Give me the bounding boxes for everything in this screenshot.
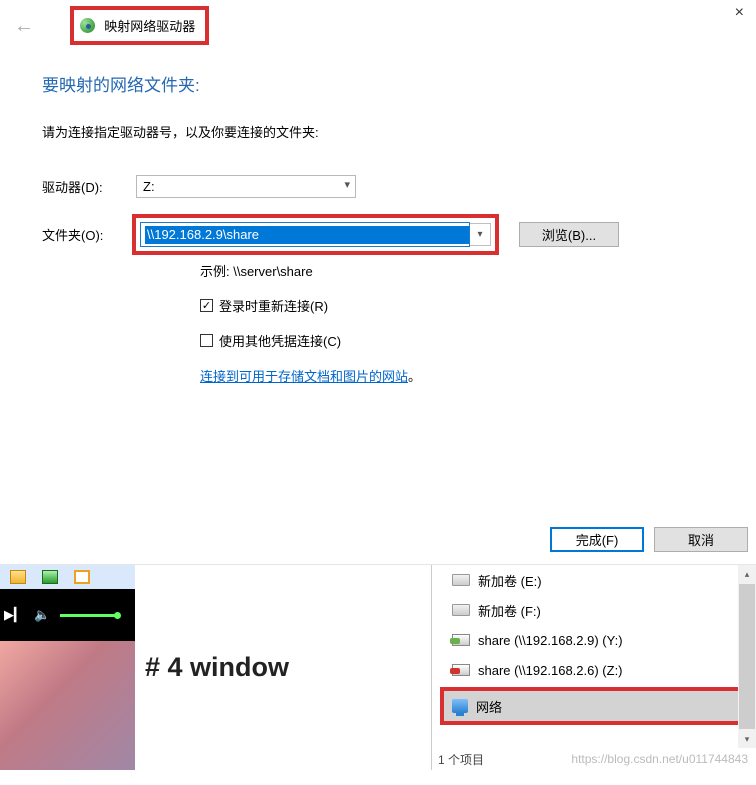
video-thumbnail xyxy=(0,641,135,770)
tree-item-label: share (\\192.168.2.6) (Z:) xyxy=(478,663,623,678)
scrollbar[interactable]: ▴ ▾ xyxy=(738,565,756,748)
back-arrow-icon[interactable]: ← xyxy=(14,16,34,36)
tree-item-drive-e[interactable]: 新加卷 (E:) xyxy=(432,565,756,595)
network-icon xyxy=(452,699,468,713)
folder-example: 示例: \\server\share xyxy=(200,261,756,280)
scroll-down-icon[interactable]: ▾ xyxy=(738,730,756,748)
drive-icon xyxy=(452,574,470,586)
taskbar xyxy=(0,565,135,589)
website-period: 。 xyxy=(408,369,421,384)
title-highlight-box: 映射网络驱动器 xyxy=(70,6,210,45)
network-share-icon xyxy=(452,634,470,646)
reconnect-label: 登录时重新连接(R) xyxy=(219,296,328,315)
volume-icon[interactable]: 🔈 xyxy=(34,607,50,623)
scroll-up-icon[interactable]: ▴ xyxy=(738,565,756,583)
explorer-icon[interactable] xyxy=(10,570,26,584)
tree-item-label: 网络 xyxy=(476,697,502,716)
drive-label: 驱动器(D): xyxy=(42,177,136,196)
finish-button[interactable]: 完成(F) xyxy=(550,527,644,552)
watermark: https://blog.csdn.net/u011744843 xyxy=(571,752,748,766)
tree-item-network[interactable]: 网络 xyxy=(444,691,744,721)
paint-icon[interactable] xyxy=(42,570,58,584)
dialog-title: 映射网络驱动器 xyxy=(104,16,195,35)
other-credentials-checkbox[interactable] xyxy=(200,334,213,347)
drive-select-wrapper[interactable] xyxy=(136,175,356,198)
folder-label: 文件夹(O): xyxy=(42,225,136,244)
website-link[interactable]: 连接到可用于存储文档和图片的网站 xyxy=(200,369,408,384)
tree-item-label: 新加卷 (E:) xyxy=(478,571,542,590)
network-share-disconnected-icon xyxy=(452,664,470,676)
network-drive-icon xyxy=(80,18,95,33)
reconnect-checkbox[interactable]: ✓ xyxy=(200,299,213,312)
folder-highlight-box: ▾ xyxy=(132,214,499,255)
media-progress[interactable] xyxy=(60,614,120,617)
other-credentials-label: 使用其他凭据连接(C) xyxy=(219,331,341,350)
vm-icon[interactable] xyxy=(74,570,90,584)
status-bar: 1 个项目 xyxy=(438,751,484,768)
drive-icon xyxy=(452,604,470,616)
folder-dropdown-button[interactable]: ▾ xyxy=(470,223,491,246)
explorer-tree-pane: 新加卷 (E:) 新加卷 (F:) share (\\192.168.2.9) … xyxy=(431,565,756,770)
tree-item-label: 新加卷 (F:) xyxy=(478,601,541,620)
folder-input[interactable] xyxy=(145,226,469,244)
drive-select[interactable] xyxy=(136,175,356,198)
section-title: # 4 window xyxy=(145,652,289,683)
dialog-heading: 要映射的网络文件夹: xyxy=(42,71,756,96)
media-player-bar: ▶▎ 🔈 xyxy=(0,589,135,641)
tree-item-label: share (\\192.168.2.9) (Y:) xyxy=(478,633,623,648)
cancel-button[interactable]: 取消 xyxy=(654,527,748,552)
close-icon[interactable]: × xyxy=(735,4,744,22)
tree-item-share-y[interactable]: share (\\192.168.2.9) (Y:) xyxy=(432,625,756,655)
tree-item-share-z[interactable]: share (\\192.168.2.6) (Z:) xyxy=(432,655,756,685)
folder-combo[interactable] xyxy=(140,222,470,247)
scrollbar-thumb[interactable] xyxy=(739,584,755,729)
browse-button[interactable]: 浏览(B)... xyxy=(519,222,619,247)
next-track-icon[interactable]: ▶▎ xyxy=(4,607,24,623)
tree-item-drive-f[interactable]: 新加卷 (F:) xyxy=(432,595,756,625)
network-highlight-box: 网络 xyxy=(440,687,748,725)
dialog-instruction: 请为连接指定驱动器号，以及你要连接的文件夹: xyxy=(42,122,756,141)
